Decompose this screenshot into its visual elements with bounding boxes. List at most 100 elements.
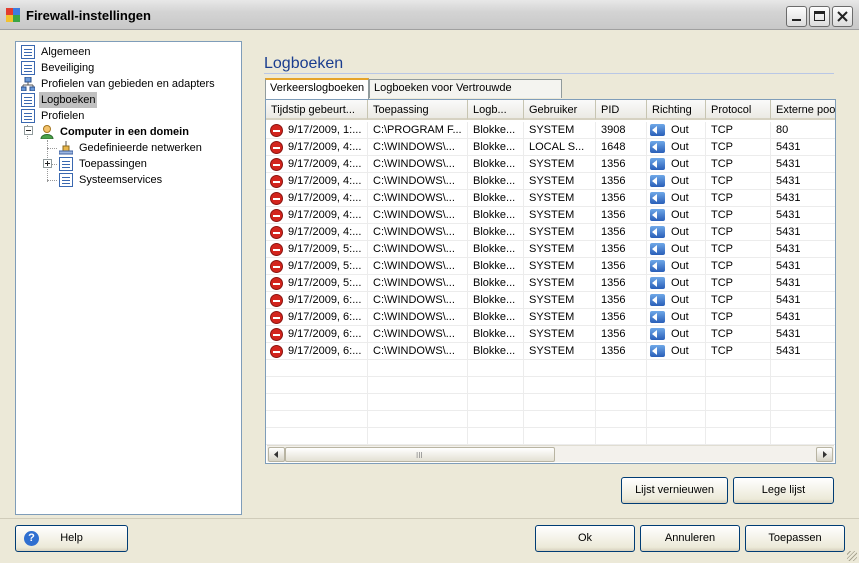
cell-text: SYSTEM: [529, 345, 575, 357]
resize-grip[interactable]: [847, 551, 857, 561]
help-button[interactable]: ? Help: [15, 525, 128, 552]
blocked-icon: [270, 294, 283, 307]
apply-button[interactable]: Toepassen: [745, 525, 845, 552]
table-row[interactable]: 9/17/2009, 4:... C:\WINDOWS\... Blokke... S…: [266, 190, 835, 207]
table-row[interactable]: 9/17/2009, 6:... C:\WINDOWS\... Blokke... S…: [266, 292, 835, 309]
scroll-right-button[interactable]: [816, 447, 833, 462]
table-row[interactable]: 9/17/2009, 4:... C:\WINDOWS\... Blokke... S…: [266, 207, 835, 224]
table-cell: 1356: [596, 292, 647, 309]
cell-text: TCP: [711, 294, 733, 306]
table-row[interactable]: 9/17/2009, 6:... C:\WINDOWS\... Blokke... S…: [266, 309, 835, 326]
empty-cell: [368, 411, 468, 428]
cell-text: C:\WINDOWS\...: [373, 345, 455, 357]
table-row[interactable]: 9/17/2009, 5:... C:\WINDOWS\... Blokke... S…: [266, 258, 835, 275]
table-cell: Out: [647, 190, 706, 207]
column-header[interactable]: Logb...: [468, 100, 524, 120]
network-icon: [21, 77, 35, 91]
empty-cell: [647, 428, 706, 445]
cell-text: Out: [671, 294, 689, 306]
cell-text: SYSTEM: [529, 158, 575, 170]
cell-text: TCP: [711, 226, 733, 238]
blocked-icon: [270, 311, 283, 324]
tree-expander-plus[interactable]: [43, 159, 52, 168]
table-cell: TCP: [706, 122, 771, 139]
table-cell: SYSTEM: [524, 122, 596, 139]
refresh-list-button[interactable]: Lijst vernieuwen: [621, 477, 728, 504]
table-cell: 1356: [596, 156, 647, 173]
blocked-icon: [270, 209, 283, 222]
tab-verkeerslogboeken[interactable]: Verkeerslogboeken: [265, 78, 369, 99]
empty-cell: [596, 411, 647, 428]
column-header[interactable]: Tijdstip gebeurt...: [266, 100, 368, 120]
column-header[interactable]: Gebruiker: [524, 100, 596, 120]
blocked-icon: [270, 192, 283, 205]
cell-text: Blokke...: [473, 192, 516, 204]
cell-text: 9/17/2009, 5:...: [288, 260, 362, 272]
close-button[interactable]: [832, 6, 853, 27]
outgoing-arrow-icon: [650, 192, 665, 204]
table-row[interactable]: 9/17/2009, 6:... C:\WINDOWS\... Blokke... S…: [266, 326, 835, 343]
table-row[interactable]: 9/17/2009, 4:... C:\WINDOWS\... Blokke... S…: [266, 224, 835, 241]
chevron-right-icon: [823, 451, 827, 458]
ok-button[interactable]: Ok: [535, 525, 635, 552]
empty-cell: [468, 360, 524, 377]
cell-text: Out: [671, 192, 689, 204]
table-cell: TCP: [706, 292, 771, 309]
cell-text: 3908: [601, 124, 626, 136]
tree-line: [52, 164, 57, 165]
empty-cell: [266, 428, 368, 445]
cell-text: Blokke...: [473, 294, 516, 306]
table-cell: 9/17/2009, 4:...: [266, 190, 368, 207]
cancel-button[interactable]: Annuleren: [640, 525, 740, 552]
cell-text: Out: [671, 175, 689, 187]
cell-text: 1356: [601, 243, 626, 255]
column-header[interactable]: Protocol: [706, 100, 771, 120]
table-row[interactable]: 9/17/2009, 4:... C:\WINDOWS\... Blokke... L…: [266, 139, 835, 156]
cell-text: Blokke...: [473, 124, 516, 136]
table-cell: 9/17/2009, 6:...: [266, 292, 368, 309]
cell-text: TCP: [711, 345, 733, 357]
maximize-button[interactable]: [809, 6, 830, 27]
table-cell: 1356: [596, 258, 647, 275]
table-row[interactable]: 9/17/2009, 4:... C:\WINDOWS\... Blokke... S…: [266, 173, 835, 190]
cell-text: 9/17/2009, 4:...: [288, 226, 362, 238]
table-cell: SYSTEM: [524, 326, 596, 343]
horizontal-scrollbar[interactable]: III: [267, 445, 834, 462]
empty-row: [266, 411, 835, 428]
table-cell: C:\WINDOWS\...: [368, 292, 468, 309]
scroll-thumb[interactable]: III: [285, 447, 555, 462]
table-cell: Out: [647, 326, 706, 343]
empty-cell: [771, 394, 835, 411]
tree-expander-minus[interactable]: [24, 126, 33, 135]
clear-list-button[interactable]: Lege lijst: [733, 477, 834, 504]
table-cell: Blokke...: [468, 241, 524, 258]
table-cell: 1356: [596, 224, 647, 241]
empty-cell: [706, 360, 771, 377]
table-row[interactable]: 9/17/2009, 1:... C:\PROGRAM F... Blokke...…: [266, 122, 835, 139]
empty-cell: [706, 428, 771, 445]
column-header[interactable]: Richting: [647, 100, 706, 120]
column-header[interactable]: Toepassing: [368, 100, 468, 120]
empty-row: [266, 377, 835, 394]
table-row[interactable]: 9/17/2009, 4:... C:\WINDOWS\... Blokke... S…: [266, 156, 835, 173]
cell-text: 5431: [776, 311, 801, 323]
cell-text: C:\WINDOWS\...: [373, 277, 455, 289]
network-icon: [59, 141, 73, 155]
cell-text: 9/17/2009, 4:...: [288, 158, 362, 170]
close-icon: [837, 11, 848, 22]
column-header[interactable]: Externe poo: [771, 100, 835, 120]
cell-text: C:\WINDOWS\...: [373, 226, 455, 238]
table-row[interactable]: 9/17/2009, 6:... C:\WINDOWS\... Blokke... S…: [266, 343, 835, 360]
table-cell: TCP: [706, 190, 771, 207]
tab-vertrouwde-database[interactable]: Logboeken voor Vertrouwde database: [369, 79, 562, 111]
column-header[interactable]: PID: [596, 100, 647, 120]
tree-line: [47, 148, 57, 149]
cell-text: TCP: [711, 328, 733, 340]
minimize-button[interactable]: [786, 6, 807, 27]
scroll-left-button[interactable]: [268, 447, 285, 462]
table-cell: 9/17/2009, 4:...: [266, 156, 368, 173]
table-cell: C:\WINDOWS\...: [368, 241, 468, 258]
table-row[interactable]: 9/17/2009, 5:... C:\WINDOWS\... Blokke... S…: [266, 275, 835, 292]
table-row[interactable]: 9/17/2009, 5:... C:\WINDOWS\... Blokke... S…: [266, 241, 835, 258]
blocked-icon: [270, 345, 283, 358]
